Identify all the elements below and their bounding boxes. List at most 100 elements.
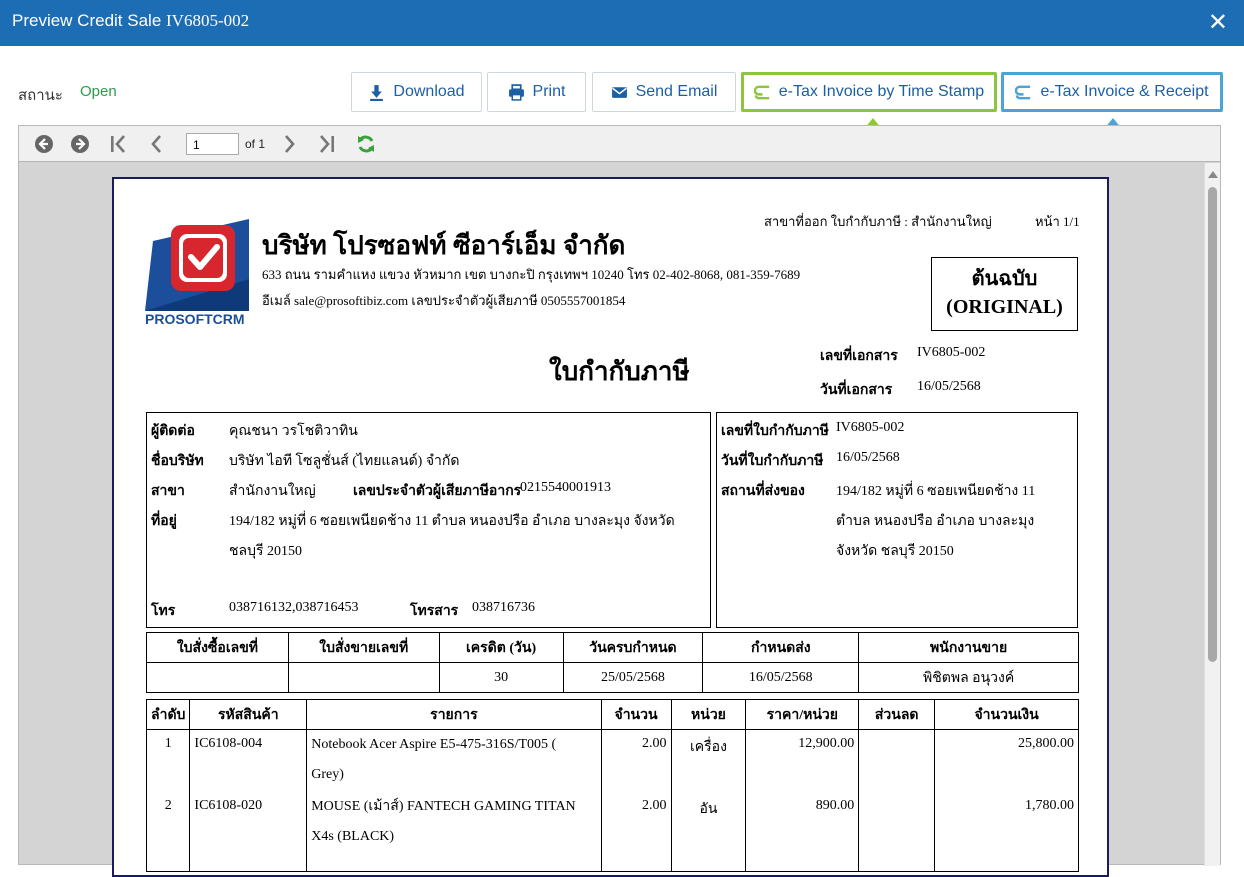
order-table: ใบสั่งซื้อเลขที่ ใบสั่งขายเลขที่ เครดิต … [146,632,1079,693]
company-logo: PROSOFTCRM [145,219,255,329]
order-header-cell: ใบสั่งขายเลขที่ [287,632,440,663]
items-header-row: ลำดับ รหัสสินค้า รายการ จำนวน หน่วย ราคา… [145,699,1079,730]
company-address: 633 ถนน รามคำแหง แขวง หัวหมาก เขต บางกะป… [262,267,801,282]
invoice-document: สาขาที่ออก ใบกำกับภาษี : สำนักงานใหญ่ หน… [112,177,1109,877]
back-circle-icon[interactable] [34,134,54,154]
item-no: 2 [145,791,191,872]
table-row: 2 IC6108-020 MOUSE (เม้าส์) FANTECH GAMI… [145,791,1079,872]
close-icon[interactable]: ✕ [1208,8,1228,37]
items-header-cell: จำนวนเงิน [934,699,1079,730]
item-price: 12,900.00 [745,729,860,792]
docdate-label: วันที่เอกสาร [820,383,893,398]
first-page-icon[interactable] [109,134,129,154]
company-name: บริษัท โปรซอฟท์ ซีอาร์เอ็ม จำกัด [262,231,626,260]
items-header-cell: รายการ [306,699,602,730]
ship-value-line1: 194/182 หมู่ที่ 6 ซอยเพนียดช้าง 11 [836,484,1036,499]
report-viewer: 1 of 1 สาขาที่ออก ใบกำกับภาษี : สำนักงาน… [18,125,1221,877]
addr-value-line1: 194/182 หมู่ที่ 6 ซอยเพนียดช้าง 11 ตำบล … [229,514,675,529]
ship-label: สถานที่ส่งของ [721,484,805,499]
item-code: IC6108-020 [189,791,308,872]
item-desc-line1: Notebook Acer Aspire E5-475-316S/T005 ( [311,737,557,752]
status-label: สถานะ [18,87,63,104]
items-header-cell: จำนวน [600,699,672,730]
item-no: 1 [145,729,191,792]
tel-value: 038716132,038716453 [229,600,359,615]
contact-label: ผู้ติดต่อ [151,424,195,439]
item-amount: 25,800.00 [934,729,1079,792]
logo-text: PROSOFTCRM [145,311,245,327]
item-unit: อัน [670,791,747,872]
original-stamp: ต้นฉบับ (ORIGINAL) [931,257,1078,331]
item-desc-line2: Grey) [311,767,344,782]
item-discount [858,729,936,792]
page-number-input[interactable]: 1 [186,133,239,155]
order-header-cell: วันครบกำหนด [562,632,704,663]
order-header-cell: กำหนดส่ง [702,632,860,663]
etax-timestamp-button[interactable]: e-Tax Invoice by Time Stamp [741,72,997,112]
contact-value: คุณชนา วรโชติวาทิน [229,424,358,439]
order-header-cell: ใบสั่งซื้อเลขที่ [146,632,289,663]
company-value: บริษัท ไอที โซลูชั่นส์ (ไทยแลนด์) จำกัด [229,454,460,469]
item-desc-line2: X4s (BLACK) [311,828,395,844]
last-page-icon[interactable] [316,134,336,154]
items-header-cell: ราคา/หน่วย [745,699,860,730]
company-label: ชื่อบริษัท [151,454,204,469]
ship-value-line3: จังหวัด ชลบุรี 20150 [836,544,954,559]
status-value: Open [80,83,117,100]
download-button[interactable]: Download [351,72,482,112]
order-value-cell [146,662,289,693]
docno-value: IV6805-002 [917,345,986,360]
item-desc: Notebook Acer Aspire E5-475-316S/T005 ( G… [306,729,602,792]
order-value-cell: 16/05/2568 [702,662,860,693]
company-email-tax: อีเมล์ sale@prosoftibiz.com เลขประจำตัวผ… [262,293,626,308]
item-discount [858,791,936,872]
etax-receipt-button[interactable]: e-Tax Invoice & Receipt [1001,72,1223,112]
item-unit: เครื่อง [670,729,747,792]
table-row: 1 IC6108-004 Notebook Acer Aspire E5-475… [145,729,1079,792]
window-title: Preview Credit Sale IV6805-002 [12,11,250,30]
order-header-row: ใบสั่งซื้อเลขที่ ใบสั่งขายเลขที่ เครดิต … [146,632,1079,663]
viewer-scrollbar[interactable] [1204,163,1220,866]
item-price: 890.00 [745,791,860,872]
order-value-cell: พิชิตพล อนุวงค์ [858,662,1079,693]
print-button[interactable]: Print [487,72,586,112]
previous-page-icon[interactable] [147,134,167,154]
download-icon [370,84,384,101]
docdate-value: 16/05/2568 [917,379,981,394]
order-value-cell: 30 [438,662,564,693]
fax-label: โทรสาร [410,604,459,619]
etax-green-icon [753,85,769,99]
forward-circle-icon[interactable] [70,134,90,154]
invdate-value: 16/05/2568 [836,450,900,465]
taxid-value: 0215540001913 [520,480,611,495]
items-table: ลำดับ รหัสสินค้า รายการ จำนวน หน่วย ราคา… [145,699,1079,872]
item-qty: 2.00 [600,791,672,872]
inv-value: IV6805-002 [836,420,905,435]
viewer-toolbar: 1 of 1 [19,126,1220,162]
item-qty: 2.00 [600,729,672,792]
addr-label: ที่อยู่ [151,514,177,529]
invdate-label: วันที่ใบกำกับภาษี [721,454,824,469]
branch-value: สำนักงานใหญ่ [229,484,316,499]
refresh-icon[interactable] [356,134,376,154]
page-indicator: หน้า 1/1 [1035,214,1080,229]
window-doc-number: IV6805-002 [166,11,250,30]
issue-branch: สาขาที่ออก ใบกำกับภาษี : สำนักงานใหญ่ [764,214,992,229]
next-page-icon[interactable] [279,134,299,154]
scroll-up-icon[interactable] [1208,171,1218,178]
order-value-cell [287,662,440,693]
scroll-thumb[interactable] [1208,187,1217,662]
printer-icon [508,83,524,101]
item-amount: 1,780.00 [934,791,1079,872]
fax-value: 038716736 [472,600,535,615]
items-header-cell: รหัสสินค้า [189,699,308,730]
addr-value-line2: ชลบุรี 20150 [229,544,302,559]
taxid-label: เลขประจำตัวผู้เสียภาษีอากร [353,484,522,499]
item-code: IC6108-004 [189,729,308,792]
send-email-button[interactable]: Send Email [592,72,736,112]
items-header-cell: ส่วนลด [858,699,936,730]
order-value-row: 30 25/05/2568 16/05/2568 พิชิตพล อนุวงค์ [146,662,1079,693]
page-count: of 1 [245,137,266,151]
inv-label: เลขที่ใบกำกับภาษี [721,424,829,439]
order-value-cell: 25/05/2568 [562,662,704,693]
